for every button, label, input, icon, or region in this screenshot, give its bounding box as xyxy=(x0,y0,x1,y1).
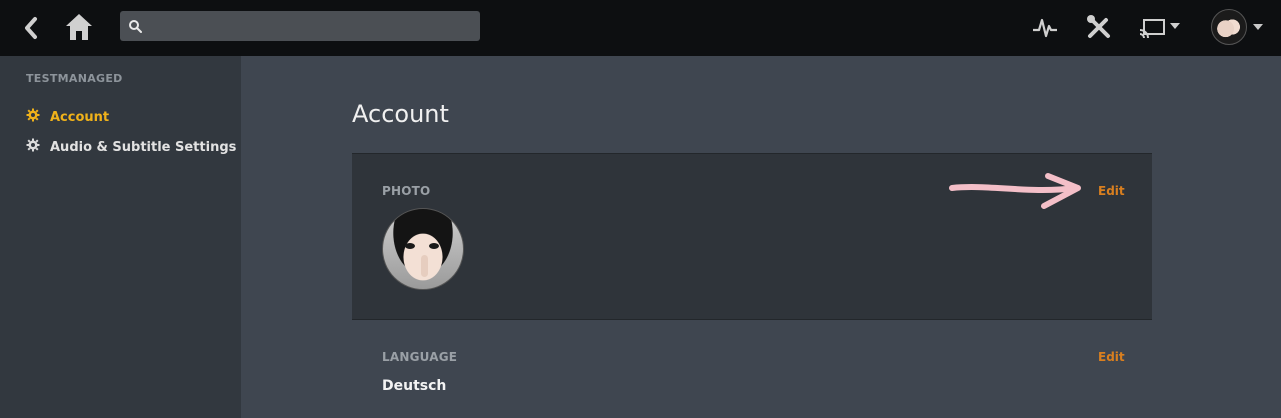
user-avatar xyxy=(1211,9,1247,45)
language-value: Deutsch xyxy=(382,378,447,394)
edit-photo-button[interactable]: Edit xyxy=(1098,184,1125,198)
activity-icon[interactable] xyxy=(1030,12,1060,42)
edit-language-button[interactable]: Edit xyxy=(1098,350,1125,364)
cast-icon[interactable] xyxy=(1138,12,1184,42)
sidebar-item-audio-subtitle-settings[interactable]: Audio & Subtitle Settings xyxy=(26,138,236,156)
search-icon xyxy=(128,18,142,33)
photo-eye xyxy=(405,243,415,249)
language-section: LANGUAGE Edit Deutsch xyxy=(352,338,1152,408)
sidebar-item-account[interactable]: Account xyxy=(26,108,109,126)
sidebar-item-label: Account xyxy=(50,109,110,125)
annotation-arrow xyxy=(949,173,1081,209)
language-label: LANGUAGE xyxy=(382,350,458,364)
photo-eye xyxy=(429,243,439,249)
photo-label: PHOTO xyxy=(382,184,431,198)
user-menu[interactable] xyxy=(1208,8,1266,46)
home-icon[interactable] xyxy=(62,10,96,44)
top-bar xyxy=(0,0,1281,56)
photo-finger xyxy=(421,255,428,277)
gear-icon xyxy=(26,108,40,126)
profile-photo xyxy=(382,208,464,290)
gear-icon xyxy=(26,138,40,156)
page-title: Account xyxy=(352,100,449,128)
settings-tools-icon[interactable] xyxy=(1084,12,1114,42)
back-icon[interactable] xyxy=(18,14,46,42)
sidebar-item-label: Audio & Subtitle Settings xyxy=(50,139,237,155)
sidebar: TESTMANAGED Account Audio & Subtitle Set… xyxy=(0,56,241,418)
search-input[interactable] xyxy=(120,11,480,41)
sidebar-section-title: TESTMANAGED xyxy=(26,72,123,85)
chevron-down-icon xyxy=(1253,24,1263,30)
